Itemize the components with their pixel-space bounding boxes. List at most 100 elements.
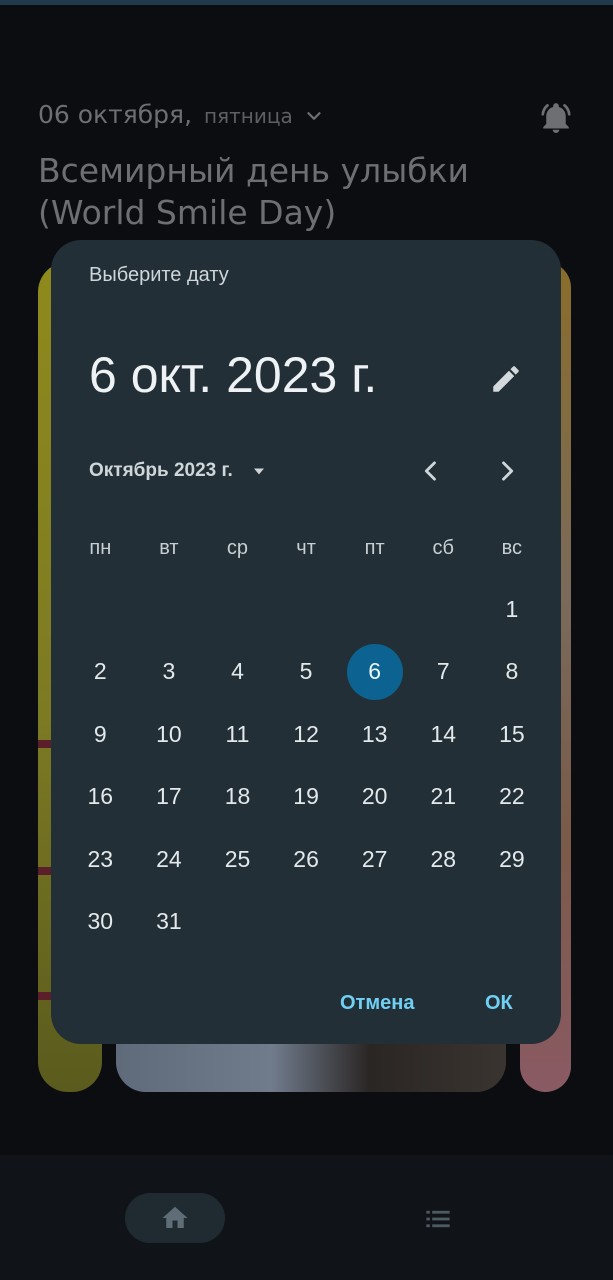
calendar-day[interactable]: 20	[340, 766, 409, 829]
calendar-week-row: 1	[66, 578, 546, 641]
calendar-day[interactable]: 23	[66, 828, 135, 891]
chevron-right-icon[interactable]	[493, 457, 521, 485]
calendar-day[interactable]: 8	[478, 641, 547, 704]
calendar-day[interactable]: 14	[409, 703, 478, 766]
calendar-day-number: 10	[156, 720, 182, 747]
calendar-day-number	[209, 894, 265, 950]
calendar-empty-cell	[340, 891, 409, 954]
calendar-day[interactable]: 5	[272, 641, 341, 704]
calendar-day[interactable]: 30	[66, 891, 135, 954]
calendar-day-number: 23	[87, 845, 114, 872]
calendar-day-number	[209, 581, 265, 637]
weekday-label: вт	[159, 537, 179, 559]
calendar-day-number: 8	[505, 658, 519, 685]
dialog-actions: Отмена ОК	[51, 988, 561, 1024]
calendar-day[interactable]: 25	[203, 828, 272, 891]
pencil-icon[interactable]	[489, 362, 523, 396]
calendar-day-number: 19	[293, 783, 319, 810]
dialog-title: Выберите дату	[89, 264, 229, 286]
calendar-weeks: 1 2 3 4 5 6 7 8 9 10 11 12 13 14 15 16 17 18 19 20 21 22 23 24 2…	[66, 578, 546, 953]
calendar-empty-cell	[203, 578, 272, 641]
calendar-day[interactable]: 12	[272, 703, 341, 766]
calendar-empty-cell	[478, 891, 547, 954]
alarm-bell-icon[interactable]	[538, 100, 574, 136]
calendar-day[interactable]: 18	[203, 766, 272, 829]
cancel-button[interactable]: Отмена	[340, 992, 414, 1015]
weekday-label: пт	[364, 537, 385, 559]
calendar-day-number	[278, 581, 334, 637]
calendar-day-number: 25	[224, 845, 251, 872]
calendar-day-number	[415, 894, 471, 950]
calendar-day[interactable]: 17	[135, 766, 204, 829]
calendar-day-number: 24	[156, 845, 182, 872]
calendar-day[interactable]: 3	[135, 641, 204, 704]
calendar-day[interactable]: 31	[135, 891, 204, 954]
calendar-day-number: 21	[430, 783, 457, 810]
home-icon	[162, 1206, 188, 1228]
calendar-day-number: 29	[499, 845, 525, 872]
calendar-day[interactable]: 29	[478, 828, 547, 891]
calendar-empty-cell	[340, 578, 409, 641]
weekday-label: вс	[501, 537, 523, 559]
calendar-day-number	[347, 581, 403, 637]
calendar-day-number: 12	[293, 720, 319, 747]
calendar-day-number: 30	[87, 908, 114, 935]
calendar-day-number	[415, 581, 471, 637]
calendar-day[interactable]: 2	[66, 641, 135, 704]
calendar-day[interactable]: 15	[478, 703, 547, 766]
chevron-down-icon	[307, 112, 321, 120]
calendar-day[interactable]: 1	[478, 578, 547, 641]
calendar-day-number: 16	[87, 783, 114, 810]
calendar-day[interactable]: 13	[340, 703, 409, 766]
calendar-day-number: 6	[346, 643, 403, 700]
calendar-week-row: 2 3 4 5 6 7 8	[66, 641, 546, 704]
current-weekday: пятница	[204, 104, 293, 128]
calendar-day[interactable]: 27	[340, 828, 409, 891]
current-date: 06 октября,	[38, 100, 193, 129]
calendar-day-number: 11	[225, 720, 250, 747]
calendar-day[interactable]: 22	[478, 766, 547, 829]
calendar-day[interactable]: 9	[66, 703, 135, 766]
calendar-day[interactable]: 24	[135, 828, 204, 891]
calendar-empty-cell	[203, 891, 272, 954]
calendar-day-number: 17	[156, 783, 182, 810]
chevron-left-icon[interactable]	[417, 457, 445, 485]
calendar-day-number: 3	[162, 658, 176, 685]
calendar-day-number: 31	[156, 908, 182, 935]
calendar-day[interactable]: 6	[340, 641, 409, 704]
calendar-empty-cell	[66, 578, 135, 641]
calendar-day[interactable]: 7	[409, 641, 478, 704]
calendar-day-number: 14	[430, 720, 457, 747]
calendar-day[interactable]: 10	[135, 703, 204, 766]
nav-home-button[interactable]	[125, 1193, 225, 1243]
calendar-week-row: 23 24 25 26 27 28 29	[66, 828, 546, 891]
calendar-day-number: 15	[499, 720, 525, 747]
calendar-day[interactable]: 11	[203, 703, 272, 766]
calendar-day-number: 4	[231, 658, 244, 685]
month-year-selector[interactable]: Октябрь 2023 г.	[89, 460, 269, 482]
calendar-day[interactable]: 4	[203, 641, 272, 704]
status-accent-line	[0, 0, 613, 5]
calendar-day-number: 1	[505, 595, 519, 622]
calendar-day[interactable]: 16	[66, 766, 135, 829]
selected-date-heading: 6 окт. 2023 г.	[89, 347, 378, 403]
ok-button[interactable]: ОК	[485, 992, 513, 1015]
bottom-navigation	[0, 1155, 613, 1280]
weekday-label: сб	[432, 537, 454, 559]
calendar-day-number: 7	[436, 658, 450, 685]
calendar-day[interactable]: 21	[409, 766, 478, 829]
month-year-label: Октябрь 2023 г.	[89, 460, 233, 481]
calendar-week-row: 9 10 11 12 13 14 15	[66, 703, 546, 766]
calendar-day[interactable]: 26	[272, 828, 341, 891]
weekday-label: чт	[296, 537, 316, 559]
calendar-empty-cell	[272, 578, 341, 641]
calendar-day[interactable]: 19	[272, 766, 341, 829]
calendar-day-number: 13	[361, 720, 388, 747]
calendar-week-row: 16 17 18 19 20 21 22	[66, 766, 546, 829]
calendar-day[interactable]: 28	[409, 828, 478, 891]
caret-down-icon	[253, 468, 264, 475]
list-icon[interactable]	[420, 1205, 456, 1233]
date-selector[interactable]: 06 октября, пятница	[38, 100, 325, 129]
calendar-day-number: 26	[293, 845, 319, 872]
calendar-day-number	[484, 894, 540, 950]
